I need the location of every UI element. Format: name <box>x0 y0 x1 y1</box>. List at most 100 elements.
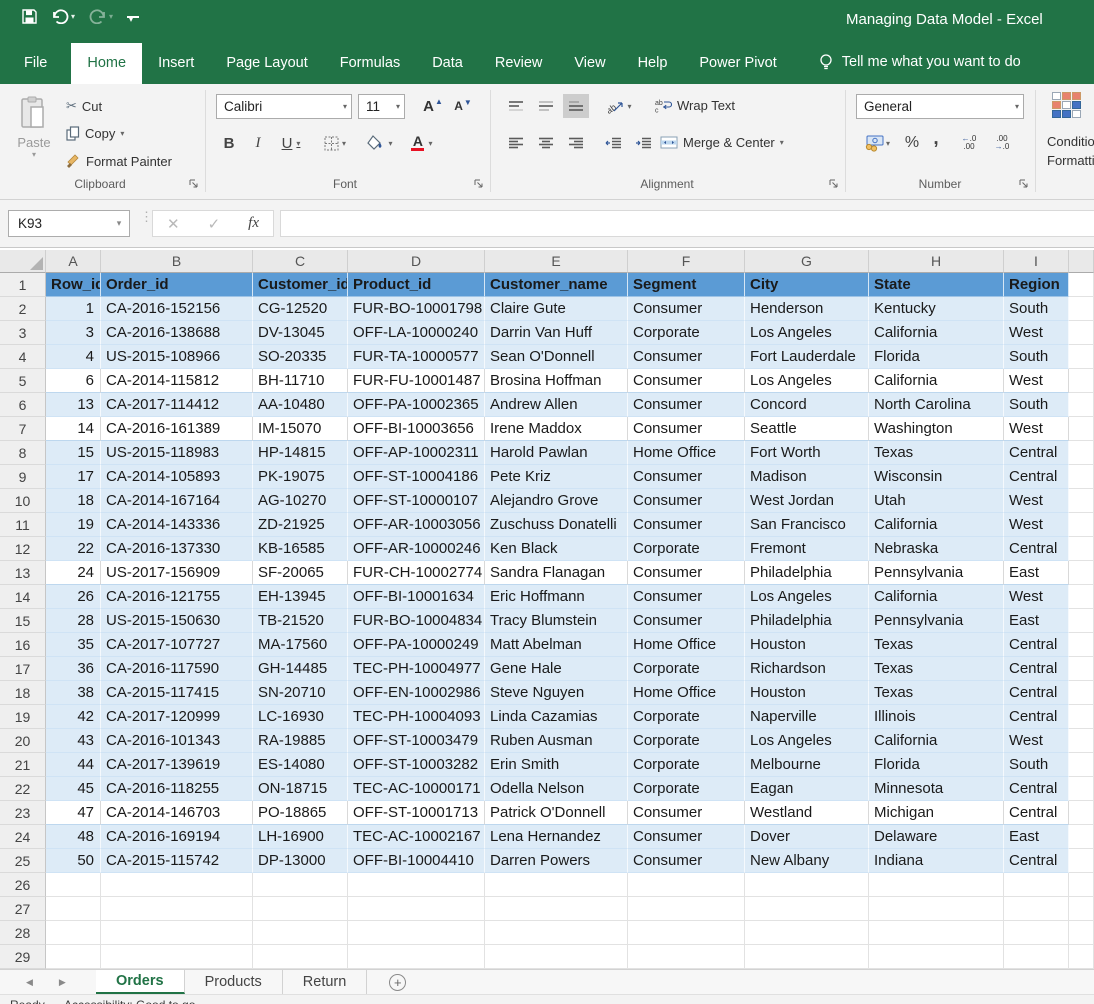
cell[interactable]: Michigan <box>869 801 1004 825</box>
cell[interactable]: Seattle <box>745 417 869 441</box>
cell[interactable] <box>46 897 101 921</box>
cell[interactable]: Central <box>1004 777 1069 801</box>
row-number[interactable]: 23 <box>0 801 46 825</box>
cell[interactable]: Houston <box>745 681 869 705</box>
cell[interactable]: Henderson <box>745 297 869 321</box>
cell[interactable]: HP-14815 <box>253 441 348 465</box>
cell[interactable]: Houston <box>745 633 869 657</box>
top-align-button[interactable] <box>503 94 529 118</box>
cell[interactable]: Wisconsin <box>869 465 1004 489</box>
cell[interactable]: Odella Nelson <box>485 777 628 801</box>
cell[interactable]: Minnesota <box>869 777 1004 801</box>
cell[interactable]: SN-20710 <box>253 681 348 705</box>
cell[interactable] <box>1004 945 1069 969</box>
cell[interactable]: Sandra Flanagan <box>485 561 628 585</box>
cell[interactable]: Tracy Blumstein <box>485 609 628 633</box>
cell[interactable]: Consumer <box>628 801 745 825</box>
menu-tab-power-pivot[interactable]: Power Pivot <box>683 43 792 84</box>
cell[interactable]: Consumer <box>628 369 745 393</box>
row-number[interactable]: 15 <box>0 609 46 633</box>
cell[interactable]: OFF-ST-10000107 <box>348 489 485 513</box>
row-number[interactable]: 16 <box>0 633 46 657</box>
cell[interactable] <box>46 945 101 969</box>
cell[interactable] <box>1069 825 1094 849</box>
tell-me-box[interactable]: Tell me what you want to do <box>819 53 1021 84</box>
select-all-corner[interactable] <box>0 250 46 273</box>
cell[interactable]: OFF-AR-10003056 <box>348 513 485 537</box>
row-number[interactable]: 29 <box>0 945 46 969</box>
cell[interactable]: 38 <box>46 681 101 705</box>
row-number[interactable]: 1 <box>0 273 46 297</box>
cell[interactable]: US-2015-108966 <box>101 345 253 369</box>
cell[interactable]: CA-2016-101343 <box>101 729 253 753</box>
cell[interactable]: Sean O'Donnell <box>485 345 628 369</box>
row-number[interactable]: 26 <box>0 873 46 897</box>
cell[interactable]: TEC-PH-10004093 <box>348 705 485 729</box>
cell[interactable]: California <box>869 321 1004 345</box>
cell[interactable] <box>1069 681 1094 705</box>
cell[interactable]: 43 <box>46 729 101 753</box>
row-number[interactable]: 28 <box>0 921 46 945</box>
cell[interactable]: ES-14080 <box>253 753 348 777</box>
cell[interactable]: FUR-BO-10004834 <box>348 609 485 633</box>
accounting-format-button[interactable]: ▾ <box>858 131 896 155</box>
cell[interactable]: Ruben Ausman <box>485 729 628 753</box>
cell[interactable] <box>253 945 348 969</box>
cell[interactable]: Pete Kriz <box>485 465 628 489</box>
cell[interactable]: CA-2017-120999 <box>101 705 253 729</box>
cell[interactable]: Central <box>1004 441 1069 465</box>
column-letter-A[interactable]: A <box>46 250 101 273</box>
cell[interactable]: EH-13945 <box>253 585 348 609</box>
cell[interactable]: Consumer <box>628 393 745 417</box>
cancel-icon[interactable]: ✕ <box>167 215 180 233</box>
cell[interactable]: AG-10270 <box>253 489 348 513</box>
cell[interactable]: Erin Smith <box>485 753 628 777</box>
cell[interactable]: FUR-FU-10001487 <box>348 369 485 393</box>
row-number[interactable]: 10 <box>0 489 46 513</box>
menu-tab-insert[interactable]: Insert <box>142 43 210 84</box>
cell[interactable] <box>1069 537 1094 561</box>
cell[interactable]: Claire Gute <box>485 297 628 321</box>
cell[interactable]: 15 <box>46 441 101 465</box>
cell[interactable]: US-2015-150630 <box>101 609 253 633</box>
alignment-dialog-launcher[interactable] <box>828 178 840 190</box>
cell[interactable]: Delaware <box>869 825 1004 849</box>
cell[interactable]: MA-17560 <box>253 633 348 657</box>
formula-input[interactable] <box>280 210 1094 237</box>
cell[interactable]: New Albany <box>745 849 869 873</box>
cell[interactable]: 28 <box>46 609 101 633</box>
cell[interactable]: ON-18715 <box>253 777 348 801</box>
cell[interactable]: Central <box>1004 657 1069 681</box>
cell[interactable]: TB-21520 <box>253 609 348 633</box>
cell[interactable]: Consumer <box>628 513 745 537</box>
cell[interactable]: KB-16585 <box>253 537 348 561</box>
row-number[interactable]: 27 <box>0 897 46 921</box>
align-left-button[interactable] <box>503 131 529 155</box>
cell[interactable] <box>348 873 485 897</box>
sheet-tab-products[interactable]: Products <box>185 970 283 994</box>
column-letter-I[interactable]: I <box>1004 250 1069 273</box>
cell[interactable]: West <box>1004 489 1069 513</box>
cell[interactable]: CA-2016-118255 <box>101 777 253 801</box>
save-icon[interactable] <box>22 9 37 24</box>
cell[interactable] <box>628 897 745 921</box>
cell[interactable]: TEC-AC-10000171 <box>348 777 485 801</box>
cell[interactable]: Philadelphia <box>745 561 869 585</box>
cell[interactable] <box>1069 609 1094 633</box>
underline-button[interactable]: U ▾ <box>276 131 306 155</box>
cell[interactable]: GH-14485 <box>253 657 348 681</box>
cell[interactable]: RA-19885 <box>253 729 348 753</box>
cell[interactable]: Washington <box>869 417 1004 441</box>
cell[interactable]: Consumer <box>628 297 745 321</box>
cell[interactable]: Indiana <box>869 849 1004 873</box>
cell[interactable] <box>628 945 745 969</box>
cell[interactable]: OFF-ST-10001713 <box>348 801 485 825</box>
cell[interactable]: Melbourne <box>745 753 869 777</box>
cell[interactable]: Matt Abelman <box>485 633 628 657</box>
cell[interactable]: FUR-TA-10000577 <box>348 345 485 369</box>
row-number[interactable]: 22 <box>0 777 46 801</box>
cell[interactable]: East <box>1004 609 1069 633</box>
cell[interactable]: West <box>1004 729 1069 753</box>
cell[interactable] <box>485 945 628 969</box>
cell[interactable]: CA-2017-114412 <box>101 393 253 417</box>
